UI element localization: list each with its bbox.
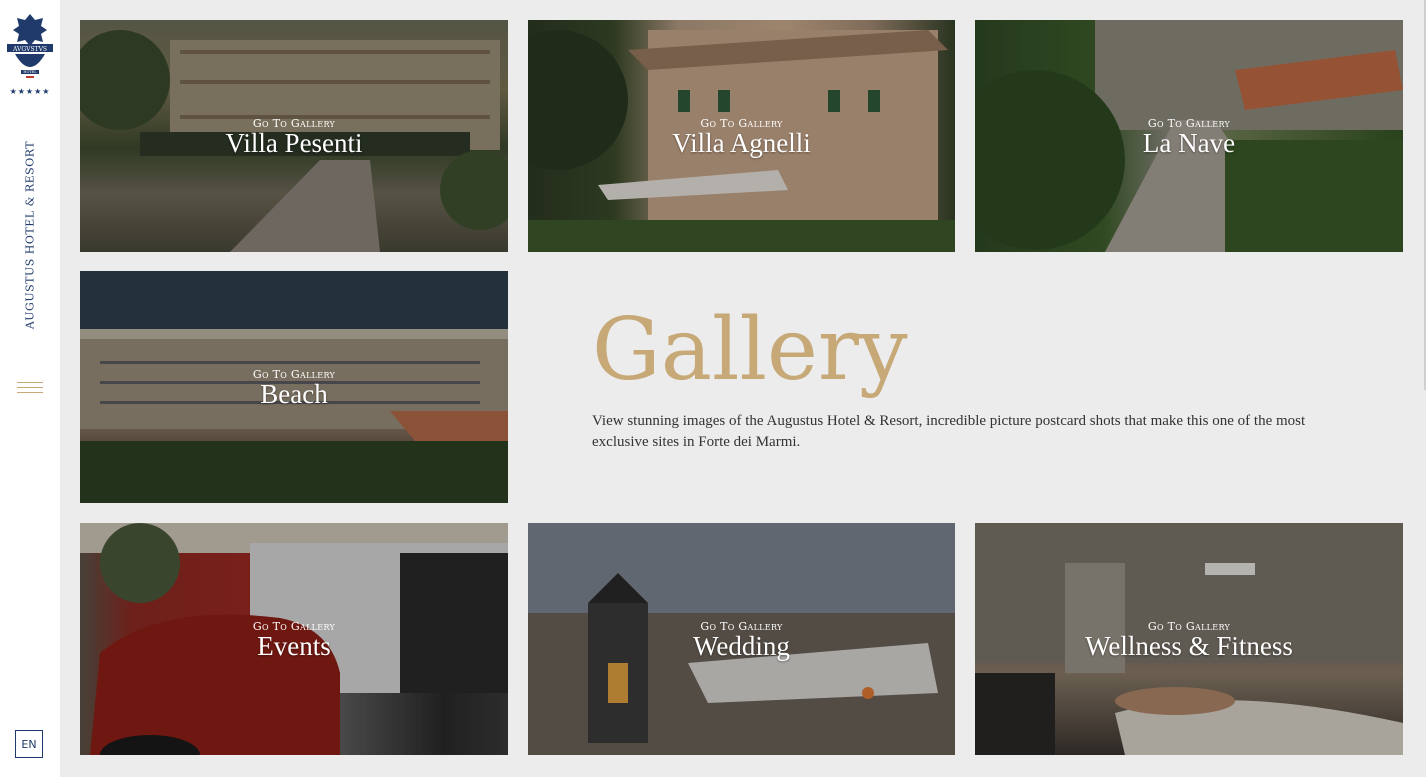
gallery-tile-events[interactable]: Go To Gallery Events xyxy=(80,523,508,755)
gallery-tile-la-nave[interactable]: Go To Gallery La Nave xyxy=(975,20,1403,252)
hotel-logo[interactable]: AVGVSTVS HOTEL ★★★★★ xyxy=(5,10,55,96)
crest-icon: AVGVSTVS HOTEL ★★★★★ xyxy=(7,14,53,96)
gallery-tile-wedding[interactable]: Go To Gallery Wedding xyxy=(528,523,955,755)
tile-title: Villa Pesenti xyxy=(225,128,363,158)
gallery-tile-villa-pesenti[interactable]: Go To Gallery Villa Pesenti xyxy=(80,20,508,252)
logo-subtext: HOTEL xyxy=(23,70,37,74)
tile-title: Wedding xyxy=(693,631,790,661)
language-switcher[interactable]: EN xyxy=(15,730,43,758)
gallery-tile-villa-agnelli[interactable]: Go To Gallery Villa Agnelli xyxy=(528,20,955,252)
logo-text: AVGVSTVS xyxy=(12,46,47,53)
gallery-tile-wellness-fitness[interactable]: Go To Gallery Wellness & Fitness xyxy=(975,523,1403,755)
stars-rating: ★★★★★ xyxy=(10,87,51,96)
tile-title: Beach xyxy=(260,379,328,409)
tile-title: Events xyxy=(257,631,331,661)
tile-title: La Nave xyxy=(1142,128,1236,158)
page-title: Gallery xyxy=(592,300,908,400)
gallery-description: View stunning images of the Augustus Hot… xyxy=(592,413,1306,450)
sidebar: AVGVSTVS HOTEL ★★★★★ AUGUSTUS HOTEL & RE… xyxy=(0,0,60,777)
gallery-tile-beach[interactable]: Go To Gallery Beach xyxy=(80,271,508,503)
hamburger-icon[interactable] xyxy=(17,382,43,396)
tile-title: Villa Agnelli xyxy=(672,128,811,158)
tile-title: Wellness & Fitness xyxy=(1085,631,1293,661)
brand-vertical-text: AUGUSTUS HOTEL & RESORT xyxy=(23,140,37,330)
